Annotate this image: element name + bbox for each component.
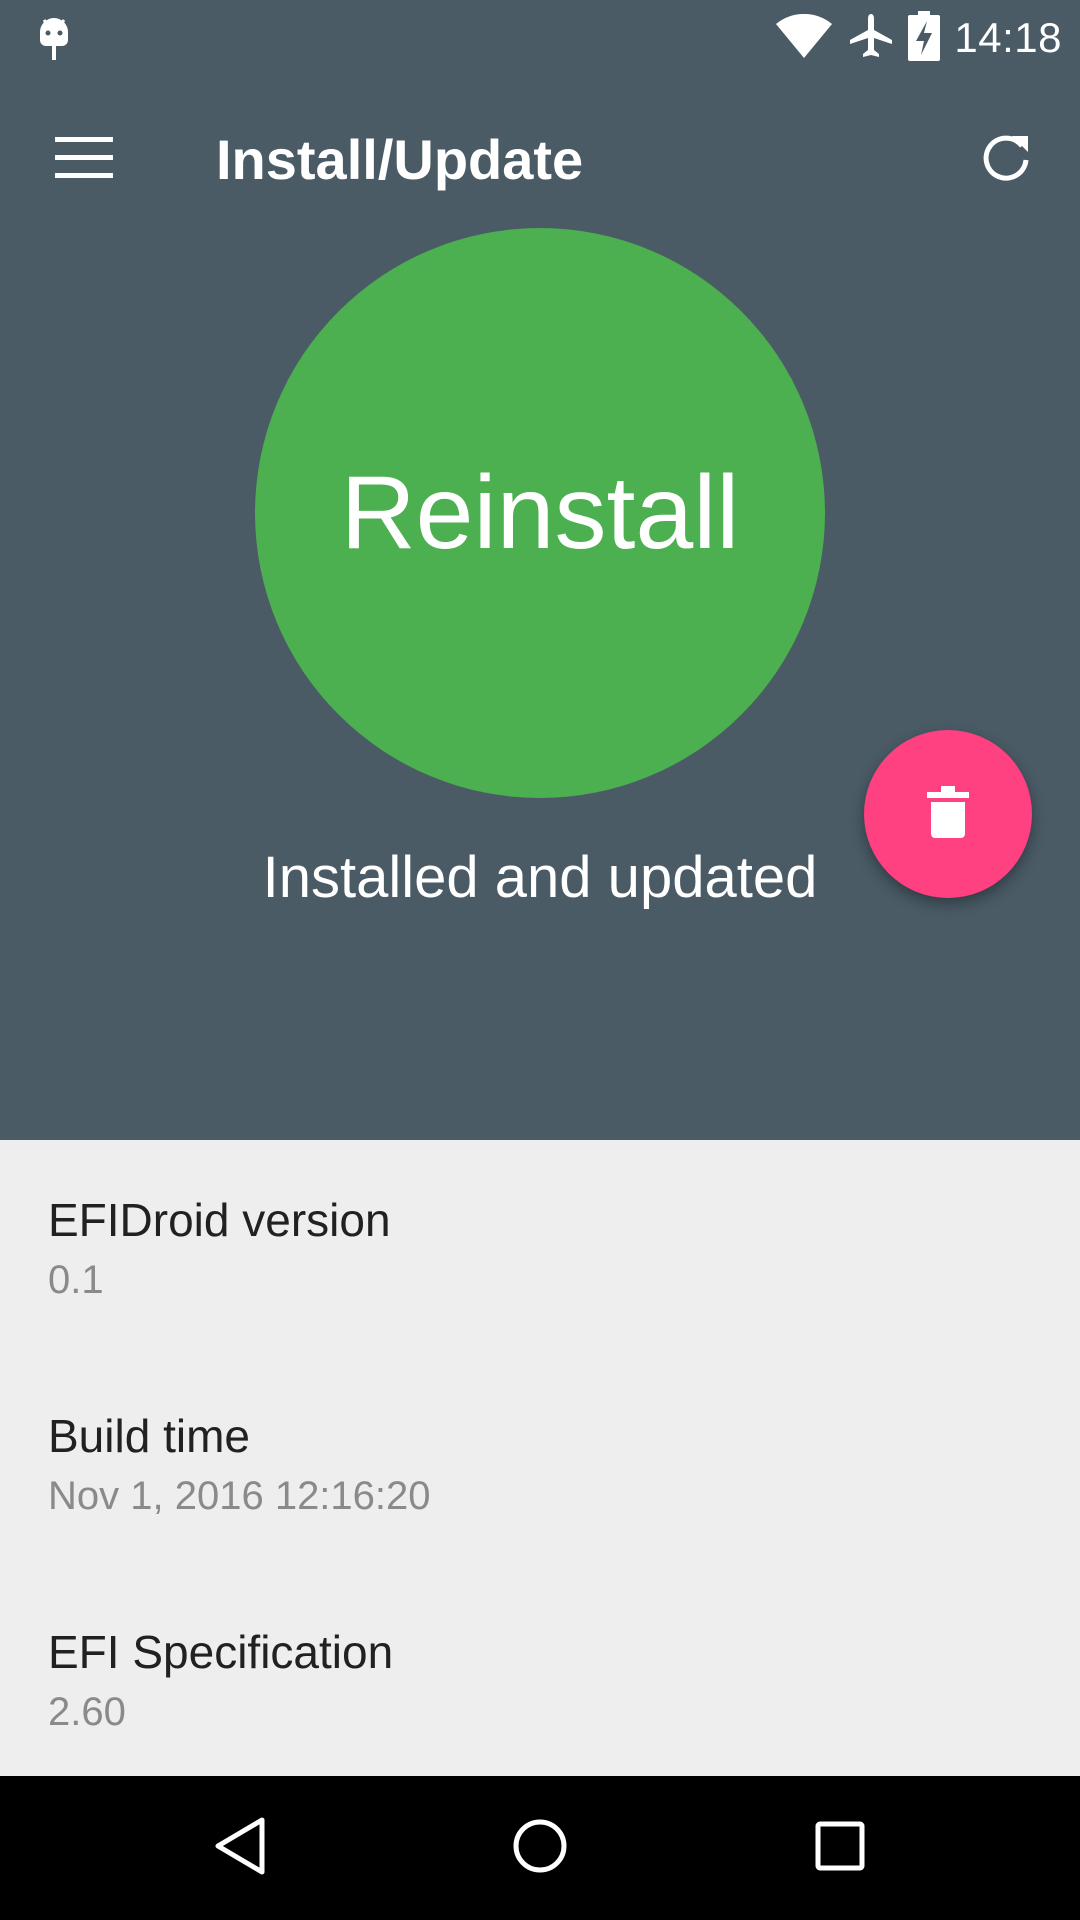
status-clock: 14:18 bbox=[954, 14, 1062, 61]
info-title: Build time bbox=[48, 1410, 250, 1462]
info-item-build-time: Build time Nov 1, 2016 12:16:20 bbox=[48, 1408, 1048, 1524]
refresh-button[interactable] bbox=[966, 120, 1046, 200]
info-item-efidroid-version: EFIDroid version 0.1 bbox=[48, 1192, 1048, 1308]
wifi-icon bbox=[774, 13, 834, 63]
recents-button[interactable] bbox=[790, 1798, 890, 1898]
info-title: EFI Specification bbox=[48, 1626, 394, 1678]
back-button[interactable] bbox=[190, 1798, 290, 1898]
info-list: EFIDroid version 0.1 Build time Nov 1, 2… bbox=[0, 1140, 1080, 1776]
navigation-bar bbox=[0, 1776, 1080, 1920]
info-value: Nov 1, 2016 12:16:20 bbox=[48, 1474, 431, 1518]
app-bar: Install/Update bbox=[0, 76, 1080, 244]
info-item-efi-specification: EFI Specification 2.60 bbox=[48, 1624, 1048, 1740]
info-title: EFIDroid version bbox=[48, 1194, 391, 1246]
install-panel: Reinstall Installed and updated bbox=[0, 228, 1080, 1140]
recents-icon bbox=[815, 1821, 865, 1876]
delete-fab-button[interactable] bbox=[864, 730, 1032, 898]
delete-icon bbox=[927, 785, 969, 843]
info-value: 2.60 bbox=[48, 1690, 126, 1734]
back-icon bbox=[212, 1816, 268, 1881]
page-title: Install/Update bbox=[216, 128, 584, 191]
menu-icon bbox=[55, 136, 113, 184]
home-button[interactable] bbox=[490, 1798, 590, 1898]
menu-button[interactable] bbox=[40, 120, 128, 200]
refresh-icon bbox=[980, 132, 1032, 189]
info-value: 0.1 bbox=[48, 1258, 104, 1302]
status-icons: 14:18 bbox=[774, 0, 1062, 76]
home-icon bbox=[512, 1818, 568, 1879]
battery-charging-icon bbox=[908, 10, 941, 66]
reinstall-button[interactable]: Reinstall bbox=[255, 228, 825, 798]
screen: 14:18 Install/Update Reinstall Installed… bbox=[0, 0, 1080, 1920]
android-debug-icon bbox=[36, 14, 72, 62]
reinstall-button-label: Reinstall bbox=[340, 454, 740, 571]
airplane-mode-icon bbox=[848, 12, 894, 65]
status-bar: 14:18 bbox=[0, 0, 1080, 76]
